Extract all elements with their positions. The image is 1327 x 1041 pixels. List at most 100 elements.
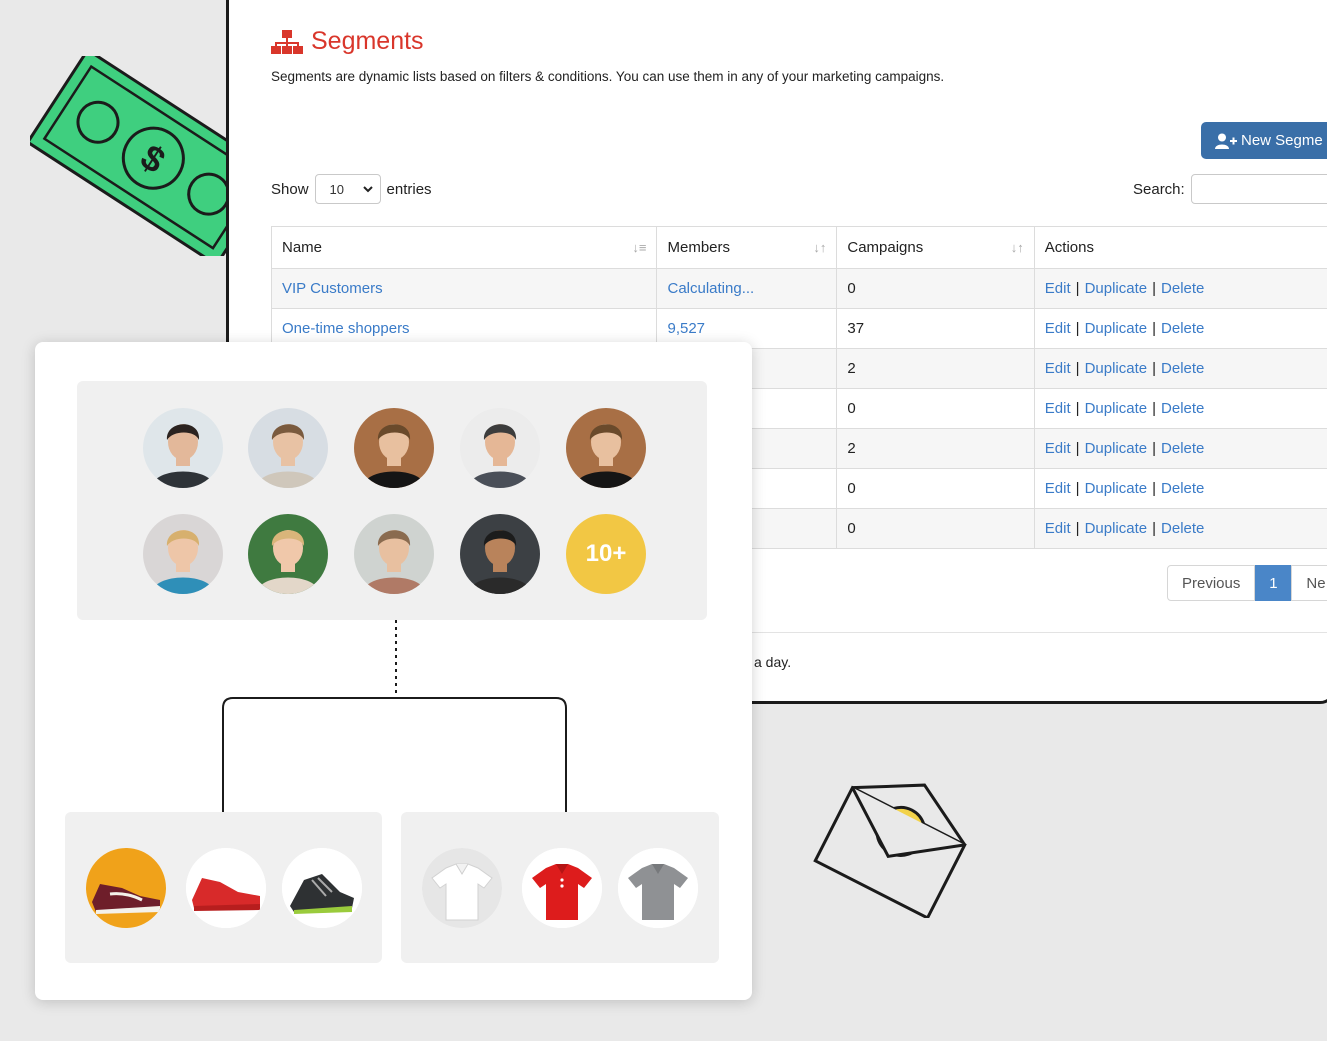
column-header-name[interactable]: Name ↓≡ [270,226,658,269]
edit-link[interactable]: Edit [1045,520,1071,537]
actions-cell: Edit | Duplicate | Delete [1033,308,1327,349]
pagination-page-1[interactable]: 1 [1255,565,1292,601]
members-cell[interactable]: Calculating... [656,268,838,309]
action-separator: | [1075,440,1080,457]
avatar-woman-glasses [248,408,328,488]
sneaker-black-icon [282,848,362,928]
campaigns-cell: 0 [836,508,1035,549]
delete-link[interactable]: Delete [1161,320,1204,337]
delete-link[interactable]: Delete [1161,280,1204,297]
action-separator: | [1152,480,1157,497]
sitemap-icon [271,29,303,54]
search-control: Search: [1133,174,1327,204]
edit-link[interactable]: Edit [1045,280,1071,297]
footer-note: a day. [754,654,792,670]
pagination: Previous 1 Ne [1167,565,1327,601]
campaigns-cell: 37 [836,308,1035,349]
delete-link[interactable]: Delete [1161,520,1204,537]
edit-link[interactable]: Edit [1045,360,1071,377]
search-label: Search: [1133,180,1185,198]
shoes-group [65,812,382,963]
envelope-icon [813,783,967,918]
page-title: Segments [271,27,424,56]
new-segment-label: New Segme [1241,132,1323,149]
campaigns-cell: 0 [836,388,1035,429]
action-separator: | [1075,320,1080,337]
people-group: 10+ [77,381,707,620]
action-separator: | [1152,360,1157,377]
avatar-man-smiling [460,514,540,594]
campaigns-cell: 2 [836,428,1035,469]
avatar-young-man [354,408,434,488]
delete-link[interactable]: Delete [1161,480,1204,497]
action-separator: | [1152,280,1157,297]
duplicate-link[interactable]: Duplicate [1085,400,1148,417]
campaigns-cell: 0 [836,268,1035,309]
polo-red-icon [522,848,602,928]
avatar-woman-blonde [143,514,223,594]
duplicate-link[interactable]: Duplicate [1085,440,1148,457]
duplicate-link[interactable]: Duplicate [1085,520,1148,537]
page-title-text: Segments [311,27,424,55]
duplicate-link[interactable]: Duplicate [1085,360,1148,377]
action-separator: | [1075,280,1080,297]
delete-link[interactable]: Delete [1161,360,1204,377]
members-link[interactable]: Calculating... [667,280,754,297]
edit-link[interactable]: Edit [1045,440,1071,457]
delete-link[interactable]: Delete [1161,400,1204,417]
avatar-man-glasses [143,408,223,488]
delete-link[interactable]: Delete [1161,440,1204,457]
sneaker-burgundy-icon [86,848,166,928]
actions-cell: Edit | Duplicate | Delete [1033,388,1327,429]
edit-link[interactable]: Edit [1045,480,1071,497]
segment-name-cell[interactable]: VIP Customers [270,268,658,309]
actions-cell: Edit | Duplicate | Delete [1033,348,1327,389]
actions-cell: Edit | Duplicate | Delete [1033,508,1327,549]
entries-select[interactable]: 10 [314,174,381,204]
action-separator: | [1075,480,1080,497]
avatar-young-man [566,408,646,488]
add-user-icon [1215,133,1237,149]
column-header-actions: Actions [1033,226,1327,269]
new-segment-button[interactable]: New Segme [1201,122,1327,159]
segment-name-link[interactable]: VIP Customers [282,280,383,297]
action-separator: | [1152,440,1157,457]
duplicate-link[interactable]: Duplicate [1085,480,1148,497]
polo-white-icon [422,848,502,928]
entries-label: entries [386,180,432,198]
column-header-campaigns[interactable]: Campaigns ↓↑ [836,226,1035,269]
avatar-bald-man [460,408,540,488]
sneaker-red-icon [186,848,266,928]
avatar-woman-green-bg [248,514,328,594]
campaigns-cell: 0 [836,468,1035,509]
actions-cell: Edit | Duplicate | Delete [1033,468,1327,509]
chevron-down-icon [362,185,373,192]
pagination-next[interactable]: Ne [1291,565,1327,601]
audience-card: 10+ [35,342,752,1000]
pagination-previous[interactable]: Previous [1167,565,1256,601]
edit-link[interactable]: Edit [1045,400,1071,417]
edit-link[interactable]: Edit [1045,320,1071,337]
segment-name-link[interactable]: One-time shoppers [282,320,410,337]
action-separator: | [1152,520,1157,537]
action-separator: | [1075,360,1080,377]
shirts-group [401,812,719,963]
campaigns-cell: 2 [836,348,1035,389]
duplicate-link[interactable]: Duplicate [1085,320,1148,337]
more-members-badge: 10+ [566,514,646,594]
actions-cell: Edit | Duplicate | Delete [1033,428,1327,469]
page-description: Segments are dynamic lists based on filt… [271,69,945,84]
action-separator: | [1152,320,1157,337]
column-header-members[interactable]: Members ↓↑ [656,226,838,269]
table-row: VIP Customers Calculating... 0 Edit | Duplica… [270,268,1327,309]
polo-grey-icon [618,848,698,928]
search-input[interactable] [1190,174,1327,204]
avatar-man-scarf [354,514,434,594]
sort-icon: ↓↑ [1010,240,1024,255]
duplicate-link[interactable]: Duplicate [1085,280,1148,297]
action-separator: | [1075,520,1080,537]
sort-desc-icon: ↓≡ [632,240,647,255]
action-separator: | [1075,400,1080,417]
members-link[interactable]: 9,527 [667,320,705,337]
show-label: Show [271,180,309,198]
